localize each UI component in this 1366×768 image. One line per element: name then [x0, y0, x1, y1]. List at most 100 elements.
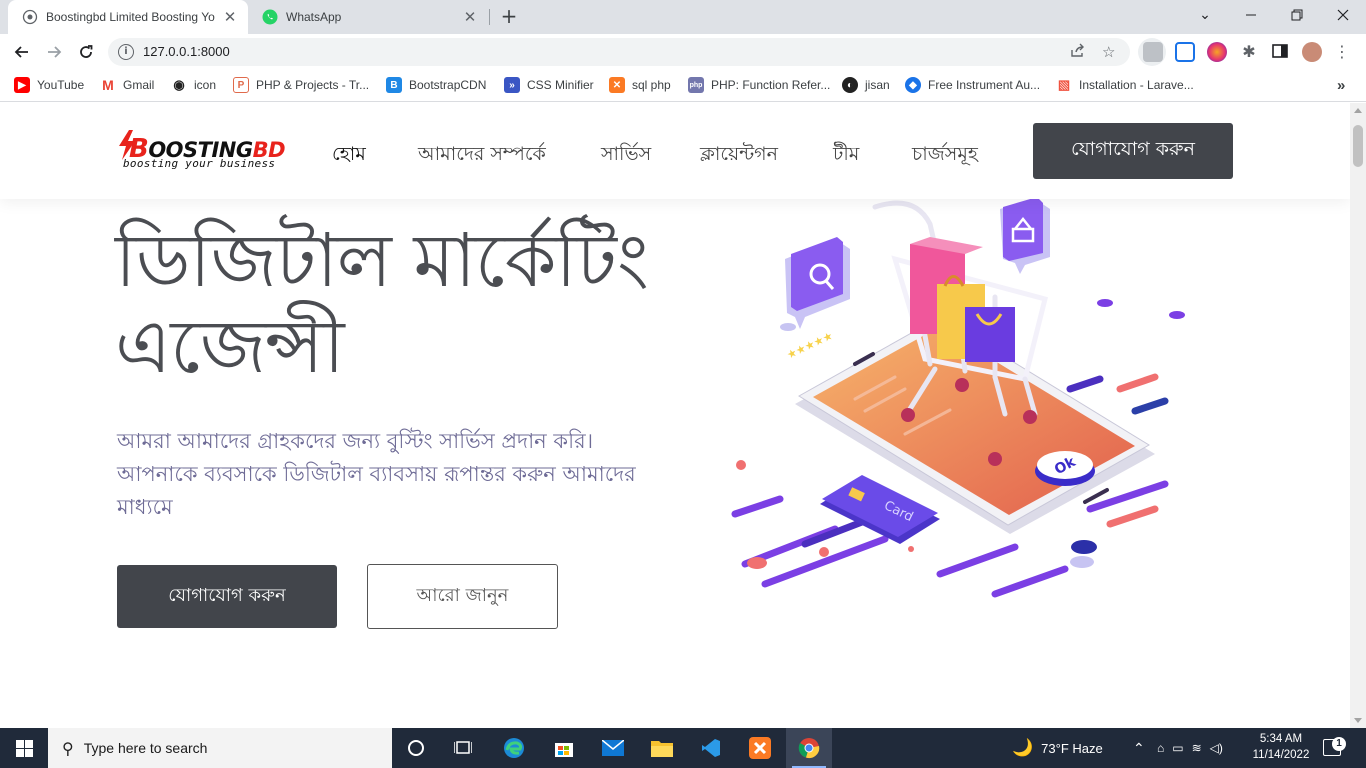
tab-whatsapp[interactable]: WhatsApp ✕	[248, 0, 488, 34]
clock-date: 11/14/2022	[1252, 749, 1310, 761]
cortana-icon[interactable]	[393, 728, 439, 768]
new-tab-button[interactable]: +	[498, 6, 520, 28]
nav-team[interactable]: টীম	[833, 140, 859, 172]
logo-tagline: boosting your business	[123, 157, 276, 170]
bookmark-star-icon[interactable]: ☆	[1102, 43, 1115, 61]
laravel-icon: ▧	[1057, 77, 1071, 92]
shopping-bag-purple	[965, 307, 1015, 362]
hero-subtitle: আমরা আমাদের গ্রাহকদের জন্য বুস্টিং সার্ভ…	[117, 429, 636, 519]
weather-text: 73°F Haze	[1041, 740, 1103, 756]
xampp-taskbar-icon[interactable]	[737, 728, 783, 768]
network-icon: ⌂	[1157, 741, 1165, 755]
close-window-button[interactable]	[1320, 0, 1366, 30]
nav-services[interactable]: সার্ভিস	[601, 140, 651, 172]
web-page: BOOSTINGBD boosting your business হোম আম…	[0, 103, 1350, 728]
clock-time: 5:34 AM	[1259, 733, 1303, 745]
nav-home[interactable]: হোম	[332, 140, 366, 172]
menu-dots-icon[interactable]: ⋮	[1332, 42, 1352, 62]
bookmark-bootstrapcdn[interactable]: B BootstrapCDN	[386, 77, 486, 93]
bookmark-css-minifier[interactable]: » CSS Minifier	[504, 77, 594, 93]
instrument-icon: ◆	[905, 77, 921, 93]
minimize-button[interactable]	[1228, 0, 1274, 30]
php-projects-icon: P	[233, 77, 249, 93]
extension-3-icon[interactable]	[1207, 42, 1227, 62]
nav-pricing[interactable]: চার্জসমূহ	[912, 140, 978, 172]
bookmark-jisan[interactable]: ◐ jisan	[842, 77, 890, 93]
basket-bubble-icon	[1000, 199, 1050, 274]
chrome-taskbar-icon[interactable]	[786, 728, 832, 768]
bookmark-icon[interactable]: ◉ icon	[171, 77, 216, 93]
youtube-icon: ▶	[14, 77, 30, 93]
taskbar-clock[interactable]: 5:34 AM 11/14/2022	[1250, 731, 1312, 763]
github-icon: ◐	[842, 77, 858, 93]
tab-title: Boostingbd Limited Boosting Yo	[46, 10, 215, 24]
volume-icon: ◁)	[1209, 741, 1223, 755]
taskbar-search-box[interactable]: ⚲ Type here to search	[48, 728, 392, 768]
vscode-icon[interactable]	[688, 728, 734, 768]
wifi-icon: ≋	[1191, 741, 1202, 755]
rating-stars: ★★★★★	[785, 329, 835, 362]
back-button[interactable]	[8, 38, 36, 66]
tab-boostingbd[interactable]: Boostingbd Limited Boosting Yo ✕	[8, 0, 248, 34]
learn-more-button[interactable]: আরো জানুন	[367, 564, 558, 629]
notification-icon[interactable]: 1	[1323, 737, 1346, 756]
bookmark-php-projects[interactable]: P PHP & Projects - Tr...	[233, 77, 369, 93]
tab-divider	[489, 9, 490, 25]
nav-about[interactable]: আমাদের সম্পর্কে	[418, 140, 546, 172]
bookmark-php-function[interactable]: php PHP: Function Refer...	[688, 77, 830, 93]
close-tab-icon[interactable]: ✕	[220, 8, 240, 26]
reload-button[interactable]	[72, 38, 100, 66]
edge-icon[interactable]	[491, 728, 537, 768]
bookmark-laravel[interactable]: ▧ Installation - Larave...	[1056, 77, 1194, 93]
browser-toolbar: i 127.0.0.1:8000 ☆ ✱ ⋮	[0, 34, 1366, 70]
more-bookmarks-button[interactable]: »	[1337, 77, 1345, 94]
ok-badge: Ok	[1035, 451, 1095, 486]
page-scrollbar[interactable]	[1350, 103, 1366, 728]
hero-contact-button[interactable]: যোগাযোগ করুন	[117, 565, 337, 628]
css-minifier-icon: »	[504, 77, 520, 93]
scroll-up-arrow[interactable]	[1354, 108, 1362, 113]
search-icon: ⚲	[62, 738, 74, 758]
php-icon: php	[688, 77, 704, 93]
profile-avatar[interactable]	[1302, 42, 1322, 62]
show-hidden-icons-button[interactable]: ⌃	[1133, 728, 1145, 768]
weather-widget[interactable]: 🌙 73°F Haze	[1012, 728, 1103, 768]
site-header: BOOSTINGBD boosting your business হোম আম…	[0, 103, 1350, 199]
bookmark-sql-php[interactable]: ✕ sql php	[609, 77, 671, 93]
address-bar[interactable]: i 127.0.0.1:8000 ☆	[108, 38, 1130, 66]
scroll-thumb[interactable]	[1353, 125, 1363, 167]
bookmark-gmail[interactable]: M Gmail	[100, 77, 154, 93]
windows-taskbar: ⚲ Type here to search 🌙 73°F Haze ⌃ ⌂ ▭ …	[0, 728, 1366, 768]
forward-button[interactable]	[40, 38, 68, 66]
extension-2-icon[interactable]	[1175, 42, 1195, 62]
mail-icon[interactable]	[590, 728, 636, 768]
share-icon[interactable]	[1070, 43, 1086, 63]
nav-clients[interactable]: ক্লায়েন্টগন	[700, 140, 778, 172]
windows-icon	[15, 739, 33, 757]
ecommerce-illustration: Ok Card ★★★★★	[731, 199, 1185, 598]
store-icon[interactable]	[541, 728, 587, 768]
bookmarks-bar: ▶ YouTube M Gmail ◉ icon P PHP & Projects - …	[0, 70, 1366, 102]
header-contact-button[interactable]: যোগাযোগ করুন	[1033, 123, 1233, 179]
bookmark-free-instrument[interactable]: ◆ Free Instrument Au...	[905, 77, 1040, 93]
file-explorer-icon[interactable]	[639, 728, 685, 768]
hero-title: ডিজিটাল মার্কেটিং এজেন্সী	[115, 218, 649, 390]
tab-title: WhatsApp	[286, 10, 342, 24]
start-button[interactable]	[0, 728, 48, 768]
side-panel-icon[interactable]	[1271, 42, 1291, 62]
site-info-icon[interactable]: i	[118, 44, 134, 60]
system-tray-icons[interactable]: ⌂ ▭ ≋ ◁)	[1157, 728, 1223, 768]
puzzle-extensions-icon[interactable]: ✱	[1239, 42, 1259, 62]
task-view-icon[interactable]	[440, 728, 486, 768]
url-text[interactable]: 127.0.0.1:8000	[143, 44, 230, 59]
tab-search-icon[interactable]: ⌄	[1182, 0, 1228, 30]
extension-1-icon[interactable]	[1143, 42, 1163, 62]
bookmark-youtube[interactable]: ▶ YouTube	[14, 77, 84, 93]
xampp-icon: ✕	[609, 77, 625, 93]
gmail-icon: M	[102, 77, 114, 93]
site-logo[interactable]: BOOSTINGBD boosting your business	[117, 130, 286, 172]
restore-button[interactable]	[1274, 0, 1320, 30]
close-tab-icon[interactable]: ✕	[460, 8, 480, 26]
scroll-down-arrow[interactable]	[1354, 718, 1362, 723]
bootstrap-icon: B	[386, 77, 402, 93]
